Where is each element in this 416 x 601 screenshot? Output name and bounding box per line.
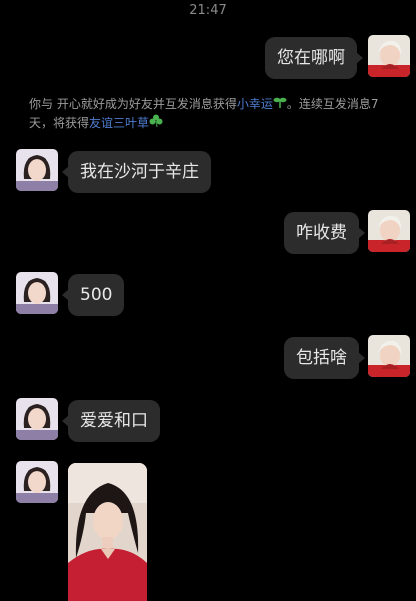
my-avatar[interactable] — [368, 210, 410, 252]
clover-icon — [149, 114, 163, 130]
system-message-text: 你与 开心就好成为好友并互发消息获得 — [29, 97, 237, 111]
message-bubble-outgoing[interactable]: 您在哪啊 — [265, 37, 363, 79]
clover-badge-link[interactable]: 友谊三叶草 — [89, 116, 149, 130]
my-avatar[interactable] — [368, 335, 410, 377]
message-bubble-outgoing[interactable]: 咋收费 — [284, 212, 365, 254]
system-message: 你与 开心就好成为好友并互发消息获得小幸运 。连续互发消息7天，将获得友谊三叶草 — [29, 95, 399, 133]
message-bubble-incoming[interactable]: 500 — [61, 274, 125, 316]
message-bubble-incoming[interactable]: 爱爱和口 — [62, 400, 160, 442]
message-bubble-incoming[interactable]: 我在沙河于辛庄 — [62, 151, 211, 193]
sprout-icon — [273, 97, 287, 111]
contact-avatar[interactable] — [16, 461, 58, 503]
contact-avatar[interactable] — [16, 149, 58, 191]
my-avatar[interactable] — [368, 35, 410, 77]
contact-avatar[interactable] — [16, 272, 58, 314]
message-bubble-outgoing[interactable]: 包括啥 — [284, 337, 365, 379]
message-image[interactable] — [68, 463, 147, 601]
lucky-badge-link[interactable]: 小幸运 — [237, 97, 273, 111]
contact-avatar[interactable] — [16, 398, 58, 440]
status-time: 21:47 — [189, 3, 227, 18]
